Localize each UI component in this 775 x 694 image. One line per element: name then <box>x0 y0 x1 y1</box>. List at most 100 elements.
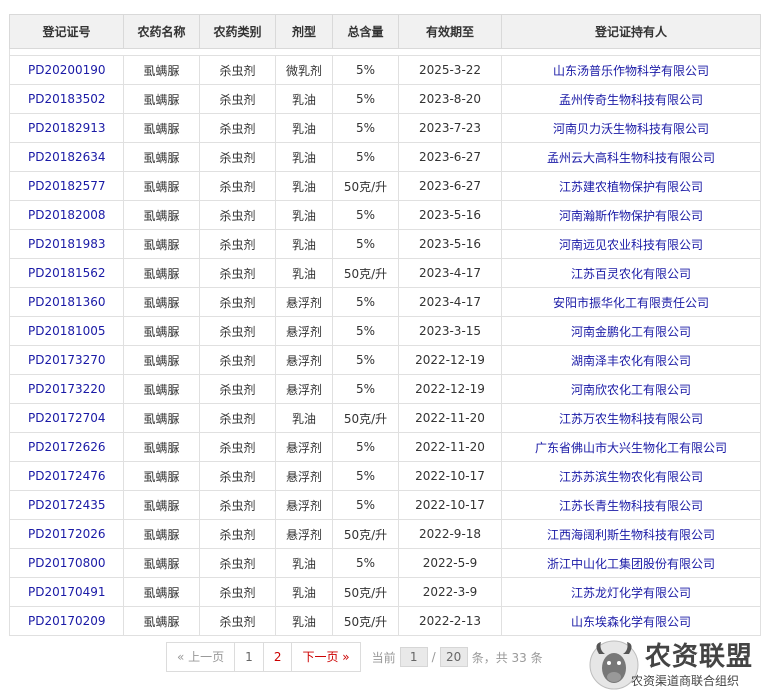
table-row: PD20172626 虱螨脲 杀虫剂 悬浮剂 5% 2022-11-20 广东省佛山市大兴生… <box>9 432 761 462</box>
cell-code: PD20181983 <box>9 229 124 259</box>
cell-form: 乳油 <box>275 229 333 259</box>
cell-form: 悬浮剂 <box>275 374 333 404</box>
cell-holder: 浙江中山化工集团股份有限公司 <box>501 548 761 578</box>
registration-code-link[interactable]: PD20181983 <box>28 237 106 251</box>
holder-link[interactable]: 河南远见农业科技有限公司 <box>559 238 703 252</box>
table-row: PD20200190 虱螨脲 杀虫剂 微乳剂 5% 2025-3-22 山东汤普乐作物科学有… <box>9 55 761 85</box>
cell-content: 5% <box>332 316 399 346</box>
cell-code: PD20182577 <box>9 171 124 201</box>
cell-expiry: 2023-8-20 <box>398 84 502 114</box>
holder-link[interactable]: 河南金鹏化工有限公司 <box>571 325 691 339</box>
holder-link[interactable]: 河南瀚斯作物保护有限公司 <box>559 209 703 223</box>
holder-link[interactable]: 广东省佛山市大兴生物化工有限公司 <box>535 441 727 455</box>
next-page-button[interactable]: 下一页 » <box>291 642 361 672</box>
header-form[interactable]: 剂型 <box>275 14 333 49</box>
holder-link[interactable]: 江苏万农生物科技有限公司 <box>559 412 703 426</box>
cell-form: 乳油 <box>275 142 333 172</box>
header-expiry[interactable]: 有效期至 <box>398 14 502 49</box>
cell-category: 杀虫剂 <box>199 548 276 578</box>
holder-link[interactable]: 江苏苏滨生物农化有限公司 <box>559 470 703 484</box>
cell-expiry: 2023-5-16 <box>398 229 502 259</box>
cell-category: 杀虫剂 <box>199 606 276 636</box>
cell-name: 虱螨脲 <box>123 519 200 549</box>
header-name[interactable]: 农药名称 <box>123 14 200 49</box>
table-row: PD20170800 虱螨脲 杀虫剂 乳油 5% 2022-5-9 浙江中山化工集团股份有限… <box>9 548 761 578</box>
cell-name: 虱螨脲 <box>123 345 200 375</box>
page-2-button[interactable]: 2 <box>262 642 293 672</box>
registration-code-link[interactable]: PD20170491 <box>28 585 106 599</box>
registration-code-link[interactable]: PD20172435 <box>28 498 106 512</box>
cell-content: 5% <box>332 287 399 317</box>
cell-category: 杀虫剂 <box>199 229 276 259</box>
registration-code-link[interactable]: PD20183502 <box>28 92 106 106</box>
table-row: PD20173220 虱螨脲 杀虫剂 悬浮剂 5% 2022-12-19 河南欣农化工有限公… <box>9 374 761 404</box>
holder-link[interactable]: 湖南泽丰农化有限公司 <box>571 354 691 368</box>
holder-link[interactable]: 山东汤普乐作物科学有限公司 <box>553 64 709 78</box>
cell-code: PD20172435 <box>9 490 124 520</box>
cell-name: 虱螨脲 <box>123 490 200 520</box>
cell-content: 5% <box>332 374 399 404</box>
header-holder[interactable]: 登记证持有人 <box>501 14 761 49</box>
cell-expiry: 2023-7-23 <box>398 113 502 143</box>
header-content[interactable]: 总含量 <box>332 14 399 49</box>
cell-name: 虱螨脲 <box>123 374 200 404</box>
cell-content: 50克/升 <box>332 606 399 636</box>
cell-form: 悬浮剂 <box>275 287 333 317</box>
cell-name: 虱螨脲 <box>123 548 200 578</box>
registration-code-link[interactable]: PD20172704 <box>28 411 106 425</box>
holder-link[interactable]: 江西海阔利斯生物科技有限公司 <box>547 528 715 542</box>
registration-code-link[interactable]: PD20172476 <box>28 469 106 483</box>
holder-link[interactable]: 江苏建农植物保护有限公司 <box>559 180 703 194</box>
holder-link[interactable]: 河南贝力沃生物科技有限公司 <box>553 122 709 136</box>
table-row: PD20182577 虱螨脲 杀虫剂 乳油 50克/升 2023-6-27 江苏建农植物保护… <box>9 171 761 201</box>
registration-code-link[interactable]: PD20173270 <box>28 353 106 367</box>
cell-category: 杀虫剂 <box>199 142 276 172</box>
holder-link[interactable]: 安阳市振华化工有限责任公司 <box>553 296 709 310</box>
registration-code-link[interactable]: PD20181360 <box>28 295 106 309</box>
cell-expiry: 2023-5-16 <box>398 200 502 230</box>
prev-page-button[interactable]: « 上一页 <box>166 642 236 672</box>
holder-link[interactable]: 河南欣农化工有限公司 <box>571 383 691 397</box>
registration-code-link[interactable]: PD20181562 <box>28 266 106 280</box>
current-page-input[interactable]: 1 <box>399 647 428 667</box>
cell-form: 悬浮剂 <box>275 519 333 549</box>
holder-link[interactable]: 江苏长青生物科技有限公司 <box>559 499 703 513</box>
registration-code-link[interactable]: PD20182577 <box>28 179 106 193</box>
registration-code-link[interactable]: PD20172026 <box>28 527 106 541</box>
cell-content: 5% <box>332 432 399 462</box>
cell-category: 杀虫剂 <box>199 113 276 143</box>
table-spacer-row <box>9 48 761 56</box>
cell-expiry: 2022-9-18 <box>398 519 502 549</box>
registration-code-link[interactable]: PD20182008 <box>28 208 106 222</box>
logo-subtitle: 农资渠道商联合组织 <box>631 674 740 688</box>
table-row: PD20170491 虱螨脲 杀虫剂 乳油 50克/升 2022-3-9 江苏龙灯化学有限公… <box>9 577 761 607</box>
cell-expiry: 2022-5-9 <box>398 548 502 578</box>
page-1-button[interactable]: 1 <box>234 642 264 672</box>
cell-code: PD20170209 <box>9 606 124 636</box>
registration-code-link[interactable]: PD20170209 <box>28 614 106 628</box>
holder-link[interactable]: 孟州传奇生物科技有限公司 <box>559 93 703 107</box>
registration-code-link[interactable]: PD20182634 <box>28 150 106 164</box>
cell-expiry: 2022-11-20 <box>398 403 502 433</box>
header-code[interactable]: 登记证号 <box>9 14 124 49</box>
cell-content: 5% <box>332 55 399 85</box>
holder-link[interactable]: 江苏百灵农化有限公司 <box>571 267 691 281</box>
cell-expiry: 2022-12-19 <box>398 374 502 404</box>
registration-code-link[interactable]: PD20170800 <box>28 556 106 570</box>
registration-code-link[interactable]: PD20181005 <box>28 324 106 338</box>
header-category[interactable]: 农药类别 <box>199 14 276 49</box>
registration-code-link[interactable]: PD20182913 <box>28 121 106 135</box>
nongzi-lianmeng-logo: 农资联盟 农资渠道商联合组织 <box>585 634 770 694</box>
table-row: PD20172704 虱螨脲 杀虫剂 乳油 50克/升 2022-11-20 江苏万农生物科… <box>9 403 761 433</box>
page-status: 当前 1 / 20 条，共 33 条 <box>372 647 543 667</box>
registration-code-link[interactable]: PD20200190 <box>28 63 106 77</box>
table-row: PD20181360 虱螨脲 杀虫剂 悬浮剂 5% 2023-4-17 安阳市振华化工有限责… <box>9 287 761 317</box>
registration-code-link[interactable]: PD20173220 <box>28 382 106 396</box>
holder-link[interactable]: 浙江中山化工集团股份有限公司 <box>547 557 715 571</box>
holder-link[interactable]: 江苏龙灯化学有限公司 <box>571 586 691 600</box>
registration-code-link[interactable]: PD20172626 <box>28 440 106 454</box>
holder-link[interactable]: 孟州云大高科生物科技有限公司 <box>547 151 715 165</box>
cell-content: 5% <box>332 548 399 578</box>
holder-link[interactable]: 山东埃森化学有限公司 <box>571 615 691 629</box>
cell-code: PD20173270 <box>9 345 124 375</box>
